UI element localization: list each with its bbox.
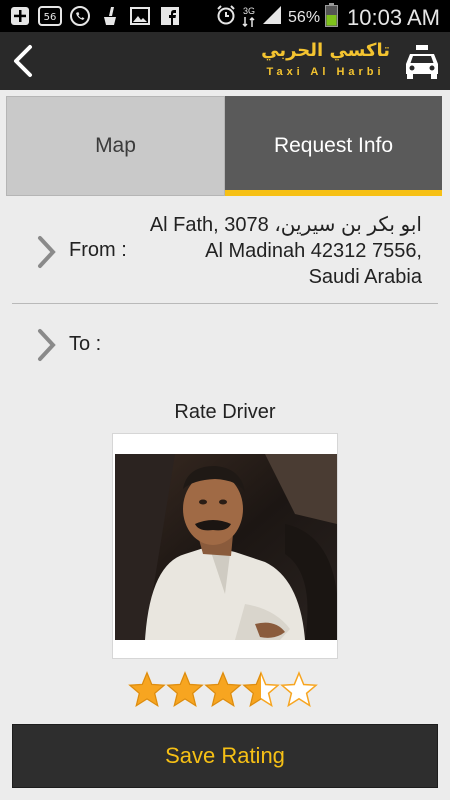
sms-badge-icon: 56 xyxy=(38,4,62,28)
clock: 10:03 AM xyxy=(347,4,440,30)
tab-bar: Map Request Info xyxy=(6,96,442,196)
star-half-icon[interactable] xyxy=(242,671,280,709)
address-line: Al Fath, ابو بكر بن سيرين، 3078 xyxy=(149,214,422,236)
facebook-icon xyxy=(158,4,182,28)
badge-count: 56 xyxy=(44,12,57,23)
star-full-icon[interactable] xyxy=(204,671,242,709)
brand-name-english: Taxi Al Harbi xyxy=(266,66,385,78)
rate-driver-title: Rate Driver xyxy=(174,401,276,423)
app-header: تاكسي الحربي Taxi Al Harbi xyxy=(0,32,450,90)
status-indicators: 3G 56% 10:03 AM xyxy=(215,3,440,32)
to-label: To : xyxy=(69,333,102,355)
whatsapp-icon xyxy=(68,4,92,28)
star-full-icon[interactable] xyxy=(166,671,204,709)
notification-icons: 56 xyxy=(8,4,182,28)
divider xyxy=(12,303,438,304)
tab-map[interactable]: Map xyxy=(6,96,225,196)
status-bar: 56 3G 56% 10:03 AM xyxy=(0,0,450,32)
alarm-icon xyxy=(215,4,237,31)
back-button[interactable] xyxy=(8,41,38,81)
tab-request-info[interactable]: Request Info xyxy=(225,96,442,196)
cleaner-icon xyxy=(98,4,122,28)
network-3g-icon: 3G xyxy=(242,7,256,28)
star-full-icon[interactable] xyxy=(128,671,166,709)
rating-stars xyxy=(128,671,318,709)
gallery-icon xyxy=(128,4,152,28)
app-root: 56 3G 56% 10:03 AM تاكسي الحربي Taxi Al … xyxy=(0,0,450,800)
brand-name-arabic: تاكسي الحربي xyxy=(261,40,390,61)
brand-logo: تاكسي الحربي Taxi Al Harbi xyxy=(261,40,390,79)
driver-photo xyxy=(115,454,337,640)
chevron-right-icon xyxy=(38,236,56,268)
plus-icon xyxy=(8,4,32,28)
battery-percent: 56% xyxy=(288,8,321,26)
taxi-icon xyxy=(402,42,442,82)
chevron-left-icon xyxy=(14,45,32,77)
address-line: Al Madinah 42312 7556, xyxy=(205,240,422,262)
signal-icon xyxy=(261,5,283,30)
battery-icon xyxy=(325,3,339,32)
star-empty-icon[interactable] xyxy=(280,671,318,709)
from-address: Al Fath, ابو بكر بن سيرين، 3078 Al Madin… xyxy=(132,212,422,290)
save-rating-button[interactable]: Save Rating xyxy=(12,724,438,788)
from-label: From : xyxy=(69,239,127,261)
chevron-right-icon[interactable] xyxy=(36,328,58,362)
address-line: Saudi Arabia xyxy=(308,266,422,288)
driver-photo-frame xyxy=(112,433,338,659)
network-label: 3G xyxy=(243,6,256,16)
